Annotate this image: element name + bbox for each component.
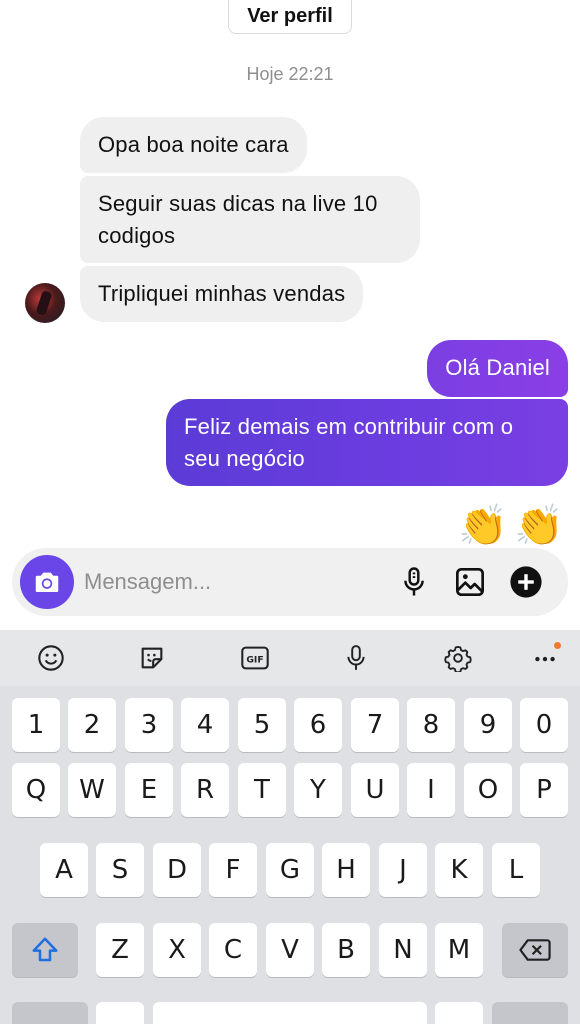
keyboard-toolbar: GIF [0, 630, 580, 686]
key-i[interactable]: I [407, 763, 455, 817]
microphone-icon [347, 645, 365, 670]
message-composer [12, 548, 568, 616]
space-key[interactable] [153, 1002, 427, 1024]
key-3[interactable]: 3 [125, 698, 173, 752]
key-q[interactable]: Q [12, 763, 60, 817]
shift-icon [32, 937, 58, 962]
key-k[interactable]: K [435, 843, 483, 897]
message-timestamp: Hoje 22:21 [246, 64, 334, 84]
key-y[interactable]: Y [294, 763, 342, 817]
backspace-key[interactable] [502, 923, 568, 977]
key-0[interactable]: 0 [520, 698, 568, 752]
symbols-key[interactable] [12, 1002, 88, 1024]
emoji-button[interactable] [33, 640, 69, 676]
key-a[interactable]: A [40, 843, 88, 897]
key-z[interactable]: Z [96, 923, 144, 977]
microphone-icon [404, 567, 424, 596]
key-j[interactable]: J [379, 843, 427, 897]
camera-icon [35, 572, 59, 592]
keyboard-settings-button[interactable] [440, 640, 476, 676]
more-icon [535, 656, 555, 662]
received-message[interactable]: Opa boa noite cara [80, 117, 307, 173]
received-message[interactable]: Tripliquei minhas vendas [80, 266, 364, 322]
clapping-hands-reaction[interactable]: 👏👏 [458, 502, 570, 550]
key-6[interactable]: 6 [294, 698, 342, 752]
key-e[interactable]: E [125, 763, 173, 817]
notification-dot [554, 642, 561, 649]
gif-label: GIF [246, 655, 263, 666]
image-icon [456, 568, 484, 596]
shift-key[interactable] [12, 923, 78, 977]
sent-message[interactable]: Olá Daniel [427, 340, 568, 397]
emoji-icon [38, 645, 64, 671]
gallery-button[interactable] [452, 564, 488, 600]
key-x[interactable]: X [153, 923, 201, 977]
period-key[interactable] [435, 1002, 483, 1024]
key-h[interactable]: H [322, 843, 370, 897]
avatar[interactable] [25, 283, 65, 323]
enter-key[interactable] [492, 1002, 568, 1024]
key-w[interactable]: W [68, 763, 116, 817]
chat-thread: Ver perfil Hoje 22:21 Opa boa noite cara… [0, 0, 580, 548]
on-screen-keyboard: 1 2 3 4 5 6 7 8 9 0 Q W E R T Y U I O P … [0, 686, 580, 1024]
comma-key[interactable] [96, 1002, 144, 1024]
key-o[interactable]: O [464, 763, 512, 817]
sent-message[interactable]: Feliz demais em contribuir com o seu neg… [166, 399, 568, 486]
plus-circle-icon [510, 566, 542, 598]
key-s[interactable]: S [96, 843, 144, 897]
voice-message-button[interactable] [396, 564, 432, 600]
sticker-icon [141, 647, 163, 669]
key-v[interactable]: V [266, 923, 314, 977]
view-profile-button[interactable]: Ver perfil [228, 0, 352, 34]
gif-button[interactable]: GIF [237, 640, 273, 676]
key-u[interactable]: U [351, 763, 399, 817]
key-c[interactable]: C [209, 923, 257, 977]
key-4[interactable]: 4 [181, 698, 229, 752]
key-p[interactable]: P [520, 763, 568, 817]
more-options-button[interactable] [508, 564, 544, 600]
key-8[interactable]: 8 [407, 698, 455, 752]
key-2[interactable]: 2 [68, 698, 116, 752]
key-9[interactable]: 9 [464, 698, 512, 752]
camera-button[interactable] [20, 555, 74, 609]
settings-icon [444, 645, 472, 672]
sticker-button[interactable] [134, 640, 170, 676]
key-f[interactable]: F [209, 843, 257, 897]
key-5[interactable]: 5 [238, 698, 286, 752]
key-n[interactable]: N [379, 923, 427, 977]
voice-input-button[interactable] [338, 640, 374, 676]
key-r[interactable]: R [181, 763, 229, 817]
key-1[interactable]: 1 [12, 698, 60, 752]
message-input[interactable] [84, 564, 384, 600]
key-7[interactable]: 7 [351, 698, 399, 752]
received-message[interactable]: Seguir suas dicas na live 10 codigos [80, 176, 420, 263]
key-m[interactable]: M [435, 923, 483, 977]
key-d[interactable]: D [153, 843, 201, 897]
more-button[interactable] [527, 640, 563, 676]
key-t[interactable]: T [238, 763, 286, 817]
key-b[interactable]: B [322, 923, 370, 977]
key-l[interactable]: L [492, 843, 540, 897]
backspace-icon [519, 939, 551, 961]
key-g[interactable]: G [266, 843, 314, 897]
gif-icon: GIF [241, 646, 269, 670]
